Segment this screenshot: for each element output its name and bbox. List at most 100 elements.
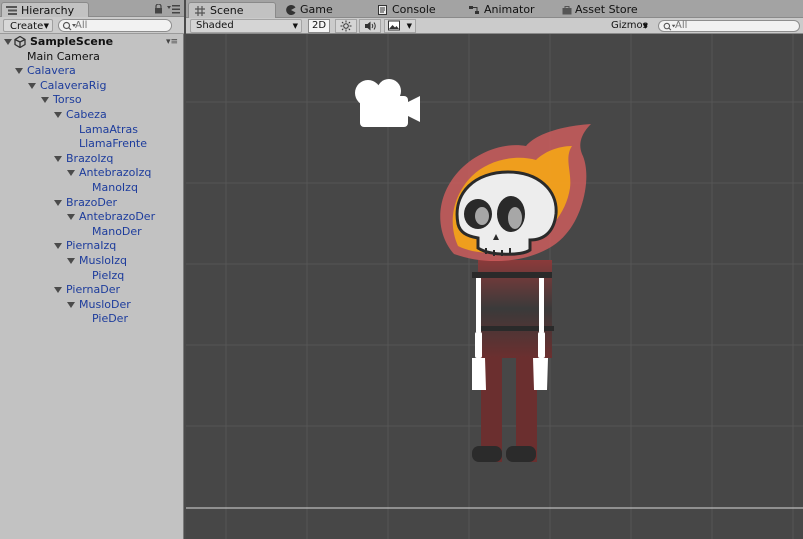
expand-triangle-icon[interactable] xyxy=(54,243,62,250)
expand-triangle-icon[interactable] xyxy=(4,39,12,45)
hierarchy-item-label: CalaveraRig xyxy=(40,78,107,92)
lighting-toggle-button[interactable] xyxy=(335,19,357,33)
expand-triangle-icon[interactable] xyxy=(54,287,62,294)
scene-root-item[interactable]: ▾≡ SampleScene xyxy=(0,35,184,49)
2d-toggle-button[interactable]: 2D xyxy=(308,19,330,33)
gizmos-dropdown[interactable]: Gizmos ▼ xyxy=(606,19,652,33)
expand-triangle-icon[interactable] xyxy=(54,112,62,118)
tab-asset-store[interactable]: Asset Store xyxy=(556,2,652,18)
hierarchy-item[interactable]: LamaAtras xyxy=(0,123,184,137)
expand-triangle-icon[interactable] xyxy=(54,199,62,206)
hierarchy-item[interactable]: CalaveraRig xyxy=(0,79,184,93)
speaker-icon xyxy=(365,21,376,31)
hierarchy-item-label: LlamaFrente xyxy=(79,137,148,151)
chevron-down-icon: ▼ xyxy=(292,22,298,30)
tab-console[interactable]: Console xyxy=(362,2,448,18)
console-icon xyxy=(378,5,387,15)
hierarchy-toolbar: Create ▼ xyxy=(0,17,184,34)
hierarchy-item[interactable]: LlamaFrente xyxy=(0,137,184,151)
tab-scene[interactable]: Scene xyxy=(188,2,276,18)
hierarchy-item[interactable]: Torso xyxy=(0,93,184,107)
hierarchy-item[interactable]: PiernaDer xyxy=(0,283,184,297)
scene-panel: Scene Game Console Animator Asset Store … xyxy=(186,0,803,539)
hierarchy-item[interactable]: AntebrazoDer xyxy=(0,210,184,224)
store-icon xyxy=(562,6,572,15)
panel-menu-icon[interactable] xyxy=(167,4,180,14)
shading-mode-dropdown[interactable]: Shaded ▼ xyxy=(190,19,302,33)
audio-toggle-button[interactable] xyxy=(359,19,381,33)
eye-left-glint xyxy=(475,207,489,225)
hierarchy-item-label: PiernaIzq xyxy=(66,239,117,253)
hierarchy-search[interactable] xyxy=(58,19,172,32)
foot-left xyxy=(472,446,502,462)
expand-triangle-icon[interactable] xyxy=(67,170,75,177)
hierarchy-item[interactable]: Main Camera xyxy=(0,50,184,64)
hierarchy-item[interactable]: ManoIzq xyxy=(0,181,184,195)
2d-toggle-label: 2D xyxy=(311,20,327,31)
scene-viewport[interactable] xyxy=(186,34,803,539)
hierarchy-item-label: MusloIzq xyxy=(79,254,127,267)
grid-icon xyxy=(195,6,205,16)
hierarchy-item[interactable]: PieIzq xyxy=(0,269,184,283)
unity-logo-icon xyxy=(14,36,26,48)
create-button[interactable]: Create ▼ xyxy=(3,19,53,32)
hierarchy-item-label: LamaAtras xyxy=(79,122,138,136)
hierarchy-item-label: AntebrazoIzq xyxy=(79,166,152,180)
chevron-down-icon: ▼ xyxy=(642,22,648,30)
tab-asset-store-label: Asset Store xyxy=(575,3,638,16)
hierarchy-item[interactable]: BrazoDer xyxy=(0,196,184,210)
hierarchy-item[interactable]: MusloIzq xyxy=(0,254,184,268)
hierarchy-search-input[interactable] xyxy=(75,20,165,31)
scene-toolbar: Shaded ▼ 2D ▼ Gizmos ▼ xyxy=(186,18,803,34)
pacman-icon xyxy=(286,5,296,15)
expand-triangle-icon[interactable] xyxy=(41,97,49,104)
tab-scene-label: Scene xyxy=(210,4,244,17)
hierarchy-item-label: ManoDer xyxy=(92,224,142,238)
chevron-down-icon: ▼ xyxy=(406,22,412,30)
create-button-label: Create xyxy=(10,21,44,32)
hierarchy-item-label: Torso xyxy=(53,93,82,107)
expand-triangle-icon[interactable] xyxy=(54,155,62,162)
hierarchy-item[interactable]: PieDer xyxy=(0,312,184,326)
hierarchy-item[interactable]: Calavera xyxy=(0,64,184,78)
tab-hierarchy[interactable]: Hierarchy xyxy=(1,2,89,18)
hierarchy-item-label: MusloDer xyxy=(79,297,131,311)
scene-search[interactable] xyxy=(658,20,800,32)
scene-menu-icon[interactable]: ▾≡ xyxy=(166,35,178,49)
hierarchy-item[interactable]: Cabeza xyxy=(0,108,184,122)
tab-game-label: Game xyxy=(300,3,333,16)
tab-animator-label: Animator xyxy=(484,3,535,16)
hierarchy-item[interactable]: ManoDer xyxy=(0,225,184,239)
calavera-character[interactable] xyxy=(440,124,591,462)
hierarchy-item[interactable]: PiernaIzq xyxy=(0,239,184,253)
hierarchy-item[interactable]: MusloDer xyxy=(0,298,184,312)
hierarchy-item-label: ManoIzq xyxy=(92,181,138,194)
camera-gizmo-icon[interactable] xyxy=(355,79,420,127)
hierarchy-panel: Hierarchy Create ▼ ▾≡SampleSceneMain Cam xyxy=(0,0,184,539)
expand-triangle-icon[interactable] xyxy=(67,301,75,308)
tab-hierarchy-label: Hierarchy xyxy=(21,4,75,17)
hierarchy-item-label: Main Camera xyxy=(27,49,100,63)
hierarchy-item[interactable]: AntebrazoIzq xyxy=(0,166,184,180)
list-icon xyxy=(6,6,17,15)
tab-animator[interactable]: Animator xyxy=(456,2,546,18)
editor-tab-bar: Scene Game Console Animator Asset Store xyxy=(186,0,803,18)
scene-canvas xyxy=(186,34,803,539)
shading-mode-label: Shaded xyxy=(196,20,234,31)
expand-triangle-icon[interactable] xyxy=(67,258,75,264)
hierarchy-item-label: PieIzq xyxy=(92,268,125,282)
lock-icon[interactable] xyxy=(154,4,163,14)
animator-icon xyxy=(469,6,479,14)
effects-dropdown[interactable]: ▼ xyxy=(384,19,416,33)
hierarchy-item-label: PiernaDer xyxy=(66,283,121,297)
expand-triangle-icon[interactable] xyxy=(15,68,23,75)
expand-triangle-icon[interactable] xyxy=(28,82,36,89)
hierarchy-item-label: Calavera xyxy=(27,64,76,78)
scene-search-input[interactable] xyxy=(675,20,795,31)
hierarchy-item[interactable]: BrazoIzq xyxy=(0,152,184,166)
expand-triangle-icon[interactable] xyxy=(67,214,75,221)
chevron-down-icon: ▼ xyxy=(43,22,49,30)
tab-console-label: Console xyxy=(392,3,436,16)
tab-game[interactable]: Game xyxy=(282,2,358,18)
hierarchy-tab-bar: Hierarchy xyxy=(0,0,184,18)
